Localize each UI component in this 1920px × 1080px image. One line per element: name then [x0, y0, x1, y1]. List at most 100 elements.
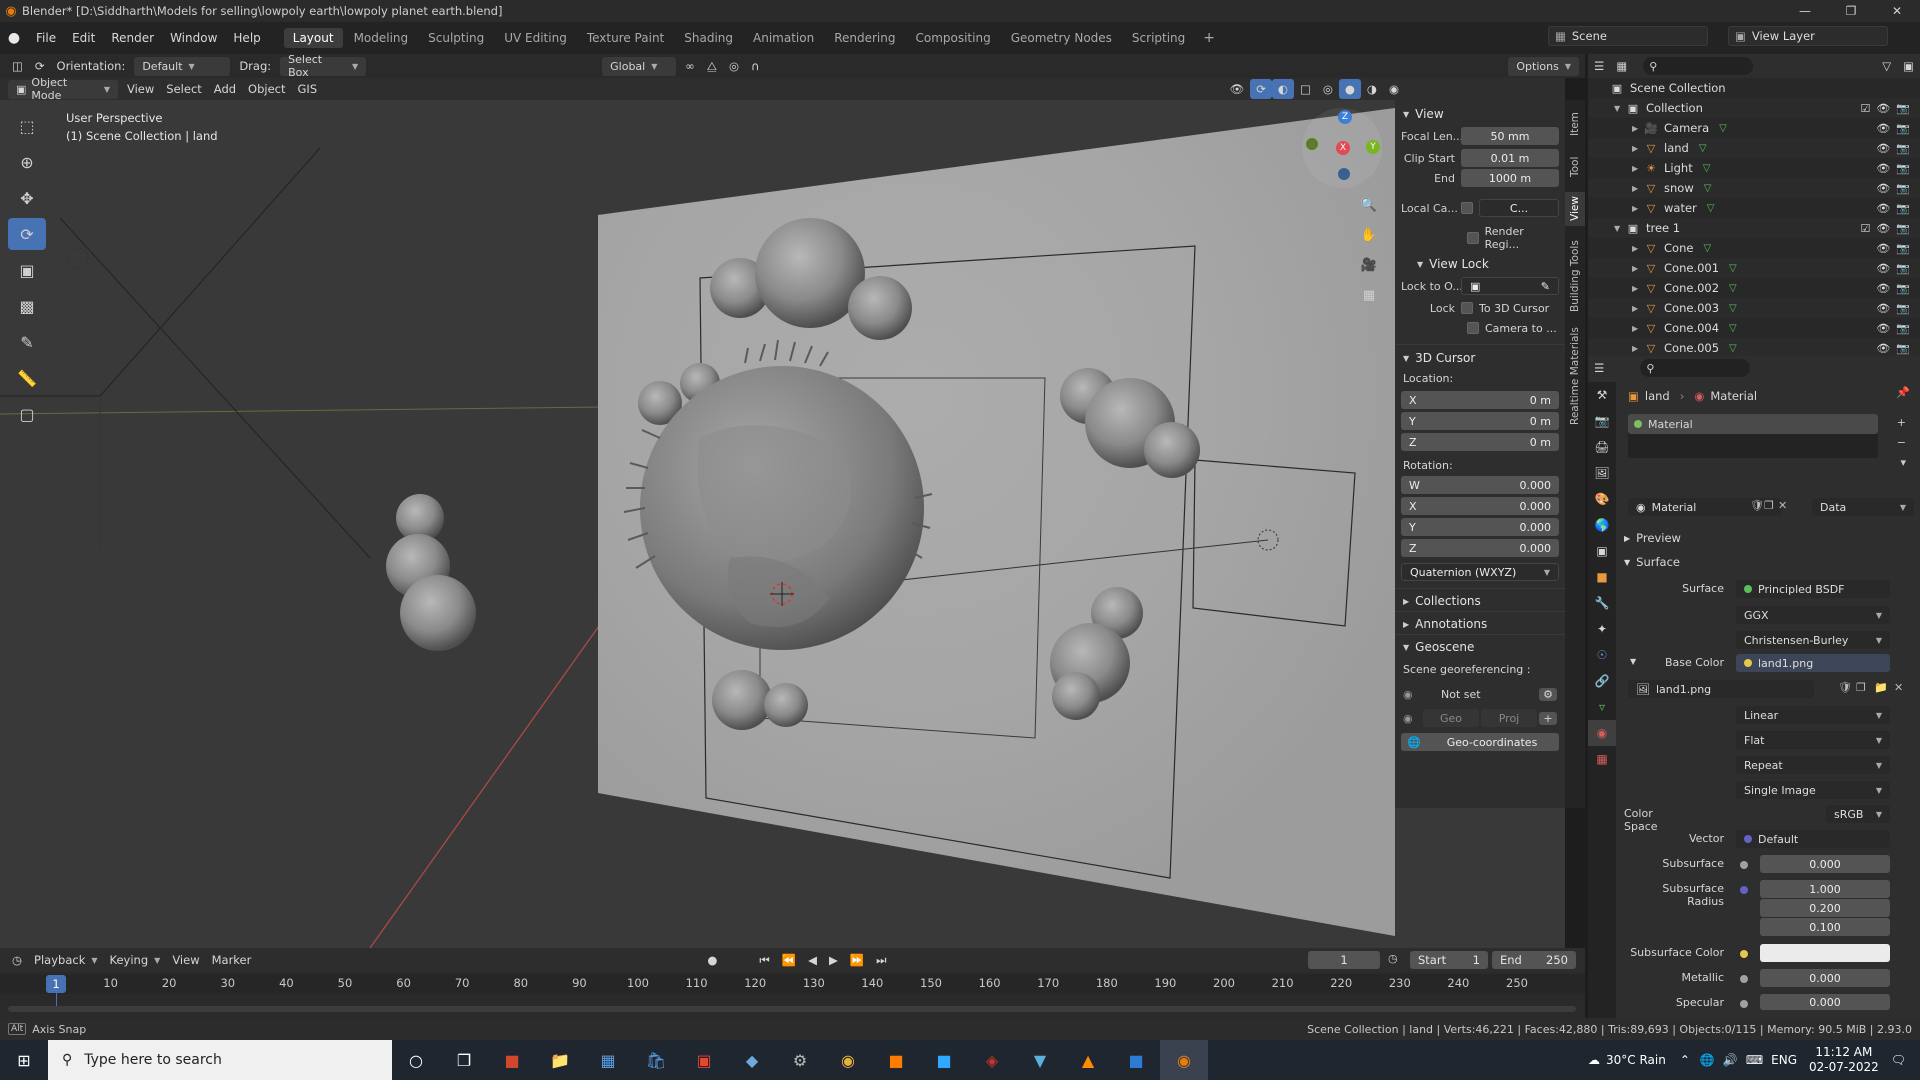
- outliner-item-cone-004[interactable]: ▶ ▽ Cone.004 ▽ 👁 📷: [1588, 318, 1920, 338]
- expand-right-icon[interactable]: ▶: [1632, 204, 1644, 213]
- outliner-item-land[interactable]: ▶ ▽ land ▽ 👁 📷: [1588, 138, 1920, 158]
- expand-right-icon[interactable]: ▶: [1632, 324, 1644, 333]
- render-tab-icon[interactable]: 📷: [1588, 408, 1616, 434]
- geo-button[interactable]: Geo: [1423, 709, 1479, 727]
- viewport-menu-add[interactable]: Add: [208, 79, 242, 99]
- workspace-tab-shading[interactable]: Shading: [675, 28, 742, 48]
- timeline-scrollbar[interactable]: [8, 1006, 1576, 1012]
- render-camera-icon[interactable]: 📷: [1896, 142, 1910, 155]
- workspace-tab-sculpting[interactable]: Sculpting: [419, 28, 493, 48]
- record-icon[interactable]: ●: [701, 950, 723, 970]
- tab-item[interactable]: Item: [1565, 106, 1585, 142]
- eye-icon[interactable]: 👁: [1876, 302, 1890, 315]
- play-reverse-icon[interactable]: ◀: [802, 950, 823, 970]
- viewport-menu-view[interactable]: View: [121, 79, 160, 99]
- expand-right-icon[interactable]: ▶: [1632, 284, 1644, 293]
- eye-icon[interactable]: 👁: [1876, 342, 1890, 355]
- editor-type-icon[interactable]: ◫: [6, 56, 29, 76]
- expand-right-icon[interactable]: ▶: [1632, 124, 1644, 133]
- scene-selector[interactable]: ▦ Scene: [1548, 26, 1708, 46]
- modifier-tab-icon[interactable]: 🔧: [1588, 590, 1616, 616]
- settings-gear-icon[interactable]: ⚙: [1539, 687, 1557, 701]
- options-dropdown[interactable]: Options ▼: [1508, 56, 1579, 76]
- base-color-field[interactable]: land1.png: [1736, 654, 1890, 672]
- gizmo-neg-z[interactable]: [1338, 168, 1350, 180]
- subsurface-color-swatch[interactable]: [1760, 944, 1890, 962]
- render-region-checkbox[interactable]: [1467, 232, 1479, 244]
- scene-tab-icon[interactable]: 🎨: [1588, 486, 1616, 512]
- keyboard-icon[interactable]: ⌨: [1746, 1053, 1763, 1067]
- local-camera-checkbox[interactable]: [1461, 202, 1473, 214]
- filter-icon[interactable]: ▽: [1876, 56, 1897, 76]
- color-space-dropdown[interactable]: sRGB ▼: [1826, 805, 1890, 823]
- texture-tab-icon[interactable]: ▦: [1588, 746, 1616, 772]
- clock[interactable]: 11:12 AM 02-07-2022: [1809, 1045, 1879, 1075]
- collection-tab-icon[interactable]: ▣: [1588, 538, 1616, 564]
- cursor-rotation-w[interactable]: W 0.000: [1401, 476, 1559, 494]
- gizmo-z-axis[interactable]: Z: [1338, 110, 1352, 124]
- current-frame-field[interactable]: 1: [1308, 951, 1380, 969]
- blender-menu-icon[interactable]: ●: [0, 30, 28, 46]
- cursor-location-y[interactable]: Y0 m: [1401, 412, 1559, 430]
- restore-icon[interactable]: ❐: [1828, 0, 1874, 22]
- extension-dropdown[interactable]: Repeat ▼: [1736, 756, 1890, 774]
- gizmo-toggle-icon[interactable]: ⟳: [1250, 79, 1272, 99]
- outliner-item-cone-005[interactable]: ▶ ▽ Cone.005 ▽ 👁 📷: [1588, 338, 1920, 358]
- duplicate-material-icon[interactable]: ❐: [1764, 499, 1774, 512]
- outliner-item-snow[interactable]: ▶ ▽ snow ▽ 👁 📷: [1588, 178, 1920, 198]
- cursor-tool-icon[interactable]: ⊕: [8, 146, 46, 178]
- image-open-icon[interactable]: 📁: [1874, 681, 1888, 694]
- timeline-menu-playback[interactable]: Playback ▼: [28, 950, 103, 970]
- lock-to-object-field[interactable]: ▣ ✎: [1461, 277, 1559, 295]
- geo-coordinates-button[interactable]: 🌐 Geo-coordinates: [1401, 733, 1559, 751]
- eye-icon[interactable]: 👁: [1876, 262, 1890, 275]
- workspace-tab-geometry-nodes[interactable]: Geometry Nodes: [1002, 28, 1121, 48]
- output-tab-icon[interactable]: 🖨: [1588, 434, 1616, 460]
- play-icon[interactable]: ▶: [823, 950, 844, 970]
- chrome-icon[interactable]: ◉: [824, 1040, 872, 1080]
- particles-tab-icon[interactable]: ✦: [1588, 616, 1616, 642]
- unlink-material-icon[interactable]: ✕: [1778, 499, 1787, 512]
- render-camera-icon[interactable]: 📷: [1896, 282, 1910, 295]
- image-unlink-icon[interactable]: ✕: [1894, 681, 1903, 694]
- pin-icon[interactable]: 📌: [1896, 386, 1910, 399]
- timeline-menu-marker[interactable]: Marker: [206, 950, 258, 970]
- render-camera-icon[interactable]: 📷: [1896, 102, 1910, 115]
- render-camera-icon[interactable]: 📷: [1896, 162, 1910, 175]
- rendered-shading-icon[interactable]: ◉: [1383, 79, 1405, 99]
- expand-down-icon[interactable]: ▼: [1614, 224, 1626, 233]
- render-camera-icon[interactable]: 📷: [1896, 202, 1910, 215]
- office-icon[interactable]: ▣: [680, 1040, 728, 1080]
- pan-hand-icon[interactable]: ✋: [1358, 224, 1380, 246]
- slot-menu-icon[interactable]: ▾: [1900, 456, 1906, 469]
- render-camera-icon[interactable]: 📷: [1896, 182, 1910, 195]
- geoscene-section-header[interactable]: ▼ Geoscene: [1395, 634, 1565, 657]
- expand-right-icon[interactable]: ▶: [1632, 304, 1644, 313]
- eye-icon[interactable]: 👁: [1876, 182, 1890, 195]
- menu-help[interactable]: Help: [225, 31, 268, 45]
- render-camera-icon[interactable]: 📷: [1896, 222, 1910, 235]
- pivot-icon[interactable]: ∞: [679, 56, 701, 76]
- outliner-item-tree-1[interactable]: ▼ ▣ tree 1 ☑ 👁 📷: [1588, 218, 1920, 238]
- lock-cursor-checkbox[interactable]: [1461, 302, 1473, 314]
- gizmo-y-axis[interactable]: Y: [1366, 140, 1380, 154]
- outliner-scene-collection[interactable]: ▣ Scene Collection: [1588, 78, 1920, 98]
- annotations-section-header[interactable]: ▶ Annotations: [1395, 611, 1565, 634]
- clip-start-field[interactable]: 0.01 m: [1461, 149, 1559, 167]
- tool-tab-icon[interactable]: ⚒: [1588, 382, 1616, 408]
- material-browse-icon[interactable]: ◉: [1636, 501, 1646, 514]
- focal-length-field[interactable]: 50 mm: [1461, 127, 1559, 145]
- physics-tab-icon[interactable]: ☉: [1588, 642, 1616, 668]
- visibility-icon[interactable]: 👁: [1224, 79, 1251, 99]
- menu-file[interactable]: File: [28, 31, 64, 45]
- annotate-tool-icon[interactable]: ✎: [8, 326, 46, 358]
- outliner-item-cone-003[interactable]: ▶ ▽ Cone.003 ▽ 👁 📷: [1588, 298, 1920, 318]
- render-camera-icon[interactable]: 📷: [1896, 242, 1910, 255]
- select-box-icon[interactable]: ⬚: [8, 110, 46, 142]
- outliner-search-input[interactable]: ⚲: [1643, 57, 1754, 75]
- workspace-tab-uv-editing[interactable]: UV Editing: [495, 28, 576, 48]
- eye-icon[interactable]: 👁: [1876, 142, 1890, 155]
- gizmo-neg-y[interactable]: [1306, 138, 1318, 150]
- taskbar-search-input[interactable]: ⚲ Type here to search: [48, 1040, 392, 1080]
- zoom-icon[interactable]: 🔍: [1358, 194, 1380, 216]
